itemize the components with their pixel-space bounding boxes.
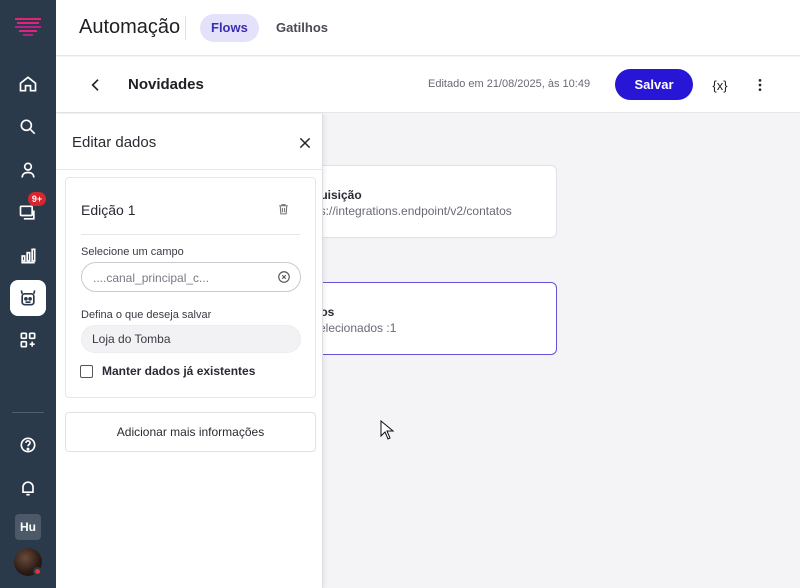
sidebar: 9+ Hu <box>0 0 56 588</box>
workspace-initials[interactable]: Hu <box>15 514 41 540</box>
nav-reports[interactable] <box>10 238 46 274</box>
variables-button[interactable]: {x} <box>708 73 732 97</box>
bot-icon <box>20 290 36 306</box>
top-divider <box>185 16 186 40</box>
chat-icon <box>19 205 35 220</box>
nav-automation[interactable] <box>10 280 46 316</box>
reports-icon <box>21 248 36 264</box>
app-title: Automação <box>79 16 181 38</box>
edit-card: Edição 1 Selecione um campo ....canal_pr… <box>65 177 316 398</box>
mouse-cursor-icon <box>380 420 394 440</box>
save-value-label: Defina o que deseja salvar <box>81 309 212 321</box>
save-button[interactable]: Salvar <box>615 69 693 100</box>
nav-notifications[interactable] <box>10 470 46 506</box>
back-button[interactable] <box>84 73 108 97</box>
chat-badge: 9+ <box>28 192 46 206</box>
card-divider <box>81 234 300 235</box>
search-icon <box>20 119 36 135</box>
variables-icon: {x} <box>712 77 728 93</box>
field-select-label: Selecione um campo <box>81 246 184 258</box>
save-value-text: Loja do Tomba <box>92 332 171 346</box>
more-options-button[interactable] <box>748 73 772 97</box>
tab-flows[interactable]: Flows <box>200 14 259 42</box>
keep-existing-checkbox[interactable] <box>80 365 93 378</box>
flow-header: Novidades Editado em 21/08/2025, às 10:4… <box>56 57 800 113</box>
nav-search[interactable] <box>10 109 46 145</box>
delete-edit-button[interactable] <box>274 200 292 218</box>
help-icon <box>20 437 36 453</box>
apps-icon <box>20 332 36 348</box>
add-more-button[interactable]: Adicionar mais informações <box>65 412 316 452</box>
field-select-value: ....canal_principal_c... <box>93 271 210 285</box>
panel-title: Editar dados <box>72 134 157 151</box>
home-icon <box>19 76 37 92</box>
edit-title: Edição 1 <box>81 202 136 218</box>
flow-title: Novidades <box>128 76 204 93</box>
chevron-left-icon <box>91 79 99 91</box>
nav-help[interactable] <box>10 427 46 463</box>
save-value-input[interactable]: Loja do Tomba <box>81 325 301 353</box>
trash-icon <box>278 204 288 215</box>
close-icon <box>299 137 311 149</box>
nav-home[interactable] <box>10 66 46 102</box>
panel-divider <box>56 169 323 170</box>
node-subtitle: selecionados :1 <box>313 321 397 335</box>
clear-icon[interactable] <box>277 270 291 284</box>
node-subtitle: os://integrations.endpoint/v2/contatos <box>313 204 512 218</box>
field-select[interactable]: ....canal_principal_c... <box>81 262 301 292</box>
nav-contacts[interactable] <box>10 152 46 188</box>
bell-icon <box>22 481 34 496</box>
keep-existing-label[interactable]: Manter dados já existentes <box>102 364 255 378</box>
tab-gatilhos[interactable]: Gatilhos <box>265 14 339 42</box>
edit-data-panel: Editar dados Edição 1 Selecione um campo… <box>56 114 323 588</box>
nav-apps[interactable] <box>10 322 46 358</box>
close-button[interactable] <box>294 132 316 154</box>
top-bar: Automação Flows Gatilhos <box>56 0 800 56</box>
contacts-icon <box>21 162 35 178</box>
more-vertical-icon <box>758 79 762 91</box>
status-dot <box>33 567 42 576</box>
brand-logo[interactable] <box>14 16 42 36</box>
last-edited-text: Editado em 21/08/2025, às 10:49 <box>428 78 591 90</box>
sidebar-divider <box>12 412 44 413</box>
